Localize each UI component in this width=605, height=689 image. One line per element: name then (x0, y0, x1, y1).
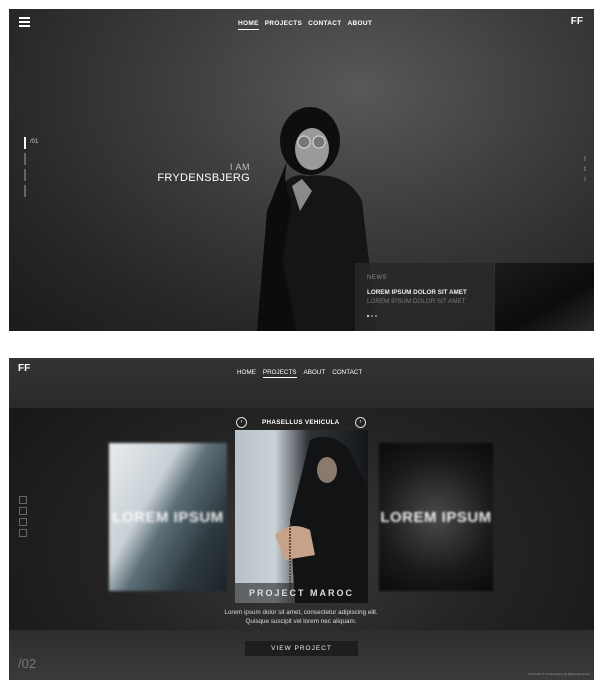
facebook-icon[interactable]: f (582, 157, 588, 163)
description-line1: Lorem ipsum dolor sit amet, consectetur … (224, 609, 378, 616)
pager-bar[interactable] (24, 185, 26, 197)
pager-bar-active[interactable] (24, 137, 26, 149)
nav-about[interactable]: ABOUT (304, 369, 326, 378)
top-bar (9, 358, 594, 408)
news-title[interactable]: LOREM IPSUM DOLOR SIT AMET (367, 289, 467, 296)
slide-number: /01 (30, 139, 39, 145)
nav-home[interactable]: HOME (238, 20, 259, 30)
copyright: All Credits © Frydensbjerg All Rights Re… (527, 672, 590, 676)
card-center-label: PROJECT MAROC (235, 583, 368, 603)
logo[interactable]: FF (571, 16, 583, 27)
nav-home[interactable]: HOME (237, 369, 256, 378)
twitter-icon[interactable]: t (582, 167, 588, 173)
menu-icon[interactable] (19, 17, 30, 27)
social-links: f t i (582, 157, 588, 183)
logo[interactable]: FF (18, 363, 30, 374)
side-social (19, 496, 27, 537)
projects-section: FF HOME PROJECTS ABOUT CONTACT ‹ PHASELL… (9, 358, 594, 680)
card-label: LOREM IPSUM (112, 509, 224, 526)
project-description: Lorem ipsum dolor sit amet, consectetur … (189, 608, 413, 626)
project-card-right[interactable]: LOREM IPSUM (379, 443, 493, 591)
slide-pager: /01 (24, 137, 38, 201)
nav-about[interactable]: ABOUT (348, 20, 373, 30)
news-card[interactable]: NEWS LOREM IPSUM DOLOR SIT AMET LOREM IP… (355, 263, 494, 331)
news-thumbnail[interactable] (495, 263, 594, 331)
twitter-icon[interactable] (19, 507, 27, 515)
main-nav: HOME PROJECTS CONTACT ABOUT (238, 20, 372, 30)
hero-heading: I AM FRYDENSBJERG (156, 162, 250, 184)
next-arrow-icon[interactable]: › (355, 417, 366, 428)
facebook-icon[interactable] (19, 496, 27, 504)
carousel-title: PHASELLUS VEHICULA (262, 419, 340, 426)
nav-contact[interactable]: CONTACT (332, 369, 362, 378)
instagram-icon[interactable] (19, 518, 27, 526)
nav-projects[interactable]: PROJECTS (262, 369, 297, 378)
main-nav: HOME PROJECTS ABOUT CONTACT (237, 369, 362, 378)
card-label: LOREM IPSUM (380, 509, 492, 526)
pager-bar[interactable] (24, 169, 26, 181)
hero-line1: I AM (229, 162, 250, 172)
project-card-active[interactable]: PROJECT MAROC (235, 430, 368, 603)
pager-bar[interactable] (24, 153, 26, 165)
hero-line2: FRYDENSBJERG (157, 172, 250, 184)
nav-projects[interactable]: PROJECTS (265, 20, 302, 30)
carousel-header: ‹ PHASELLUS VEHICULA › (236, 416, 366, 430)
project-photo (275, 436, 368, 603)
view-project-button[interactable]: VIEW PROJECT (245, 641, 358, 656)
news-dot[interactable] (371, 315, 373, 317)
pinterest-icon[interactable] (19, 529, 27, 537)
news-label: NEWS (367, 275, 387, 281)
news-dot-active[interactable] (367, 315, 369, 317)
slide-number: /02 (18, 656, 37, 671)
news-dot[interactable] (375, 315, 377, 317)
nav-contact[interactable]: CONTACT (308, 20, 341, 30)
news-dots (367, 315, 377, 317)
prev-arrow-icon[interactable]: ‹ (236, 417, 247, 428)
instagram-icon[interactable]: i (582, 177, 588, 183)
project-card-left[interactable]: LOREM IPSUM (109, 443, 227, 591)
description-line2: Quisque suscipit vel lorem nec aliquam. (245, 618, 357, 625)
news-subtitle: LOREM IPSUM DOLOR SIT AMET (367, 298, 466, 305)
hero-section: HOME PROJECTS CONTACT ABOUT FF /01 I AM … (9, 9, 594, 331)
